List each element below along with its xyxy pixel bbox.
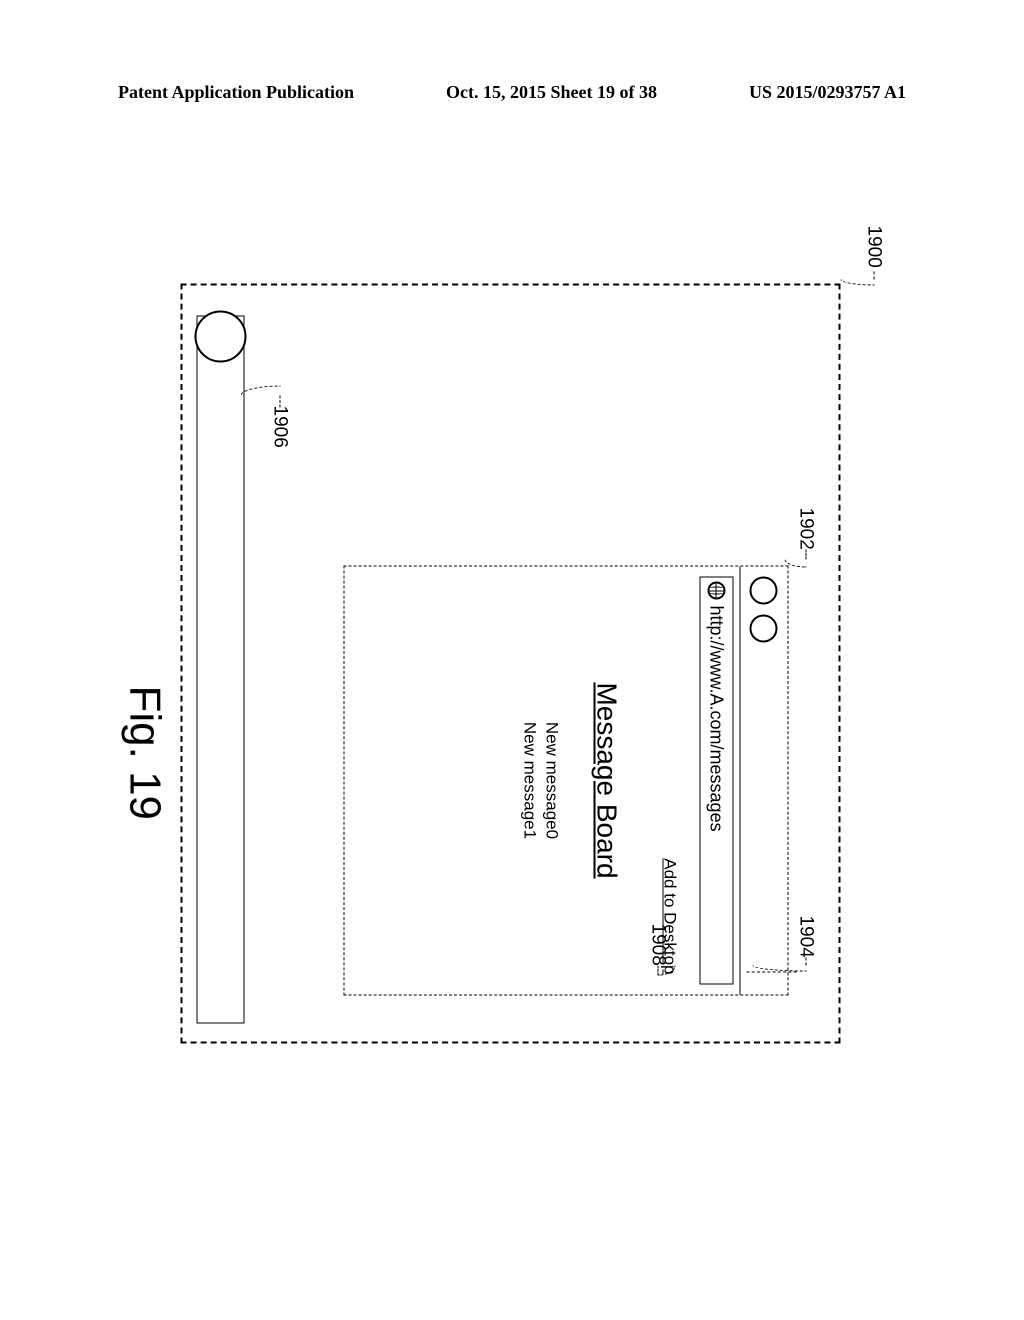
ref-1904: 1904 bbox=[794, 915, 816, 957]
url-bar[interactable]: http://www.A.com/messages bbox=[699, 576, 733, 984]
leader-1908 bbox=[657, 965, 675, 983]
ref-1900: 1900 bbox=[862, 225, 884, 267]
window-control-icon[interactable] bbox=[750, 614, 778, 642]
leader-1900 bbox=[840, 271, 874, 285]
ref-1902: 1902 bbox=[794, 507, 816, 549]
window-control-icon[interactable] bbox=[750, 576, 778, 604]
desktop-frame: 1902 1904 http://www.A.com/m bbox=[180, 283, 840, 1043]
leader-1902 bbox=[784, 549, 806, 567]
page-heading: Message Board bbox=[590, 566, 622, 994]
url-text: http://www.A.com/messages bbox=[706, 605, 727, 831]
message-item: New message0 bbox=[540, 566, 562, 994]
ref-1906: 1906 bbox=[268, 405, 290, 447]
browser-window: http://www.A.com/messages Add to Desktop… bbox=[343, 565, 788, 995]
globe-icon bbox=[707, 581, 725, 599]
header-right: US 2015/0293757 A1 bbox=[749, 82, 906, 103]
header-left: Patent Application Publication bbox=[118, 82, 354, 103]
taskbar[interactable] bbox=[196, 315, 244, 1023]
browser-title-bar bbox=[739, 566, 787, 994]
figure-area: 1900 1902 1904 bbox=[125, 225, 900, 1100]
header-center: Oct. 15, 2015 Sheet 19 of 38 bbox=[446, 82, 657, 103]
message-item: New message1 bbox=[518, 566, 540, 994]
ref-1908: 1908 bbox=[646, 923, 668, 965]
message-list: New message0 New message1 bbox=[518, 566, 562, 994]
page-header: Patent Application Publication Oct. 15, … bbox=[118, 82, 906, 103]
start-button-icon[interactable] bbox=[194, 310, 246, 362]
figure-caption: Fig. 19 bbox=[119, 685, 169, 820]
leader-1906 bbox=[240, 385, 280, 407]
rotated-figure: 1900 1902 1904 bbox=[125, 225, 900, 1100]
